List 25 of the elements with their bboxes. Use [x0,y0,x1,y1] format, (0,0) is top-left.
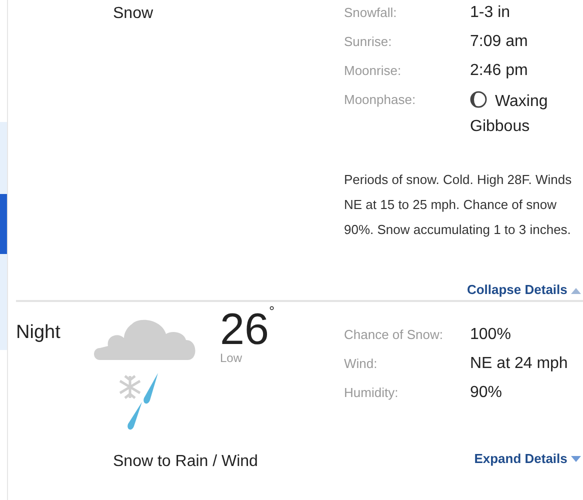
forecast-description: Periods of snow. Cold. High 28F. Winds NE at 15 to 25 mph. Chance of snow 90%. Snow accumulating 1 to 3 inches. [344,171,573,239]
detail-value: 7:09 am [470,32,529,52]
detail-label: Moonrise: [344,62,402,80]
detail-label: Humidity: [344,384,400,402]
degree-sign: ° [268,304,275,320]
sidebar-marker [0,194,7,254]
temperature: 26 [220,308,269,352]
detail-label: Snowfall: [344,4,398,22]
period-name: Night [16,320,62,344]
moon-phase-text: Waxing Gibbous [470,93,548,135]
details-toggle-link[interactable]: Collapse Details [466,280,581,300]
detail-value: 1-3 in [470,3,512,23]
detail-label: Chance of Snow: [344,326,444,344]
condition-text: Snow [112,4,154,24]
detail-value: 100% [470,324,512,344]
detail-label: Wind: [344,354,378,372]
condition-text: Snow to Rain / Wind [112,452,259,472]
detail-value: NE at 24 mph [470,354,569,374]
detail-label: Moonphase: [344,91,417,109]
moon-phase-icon [470,91,487,108]
details-toggle-link[interactable]: Expand Details [474,448,581,468]
detail-label: Sunrise: [344,33,393,51]
detail-value: 90% [470,382,504,402]
detail-value: 2:46 pm [470,61,529,81]
temperature-label: Low [220,352,244,364]
